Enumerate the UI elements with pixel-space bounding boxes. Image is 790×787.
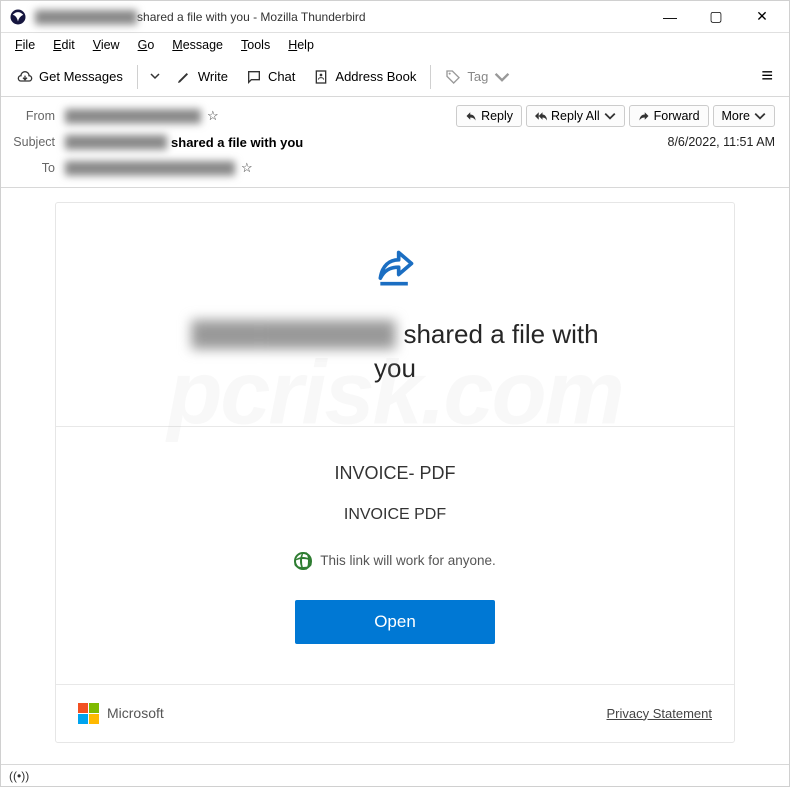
tag-icon — [445, 69, 461, 85]
reply-all-button[interactable]: Reply All — [526, 105, 625, 127]
app-icon — [9, 8, 27, 26]
link-info: This link will work for anyone. — [96, 552, 694, 570]
star-icon[interactable]: ☆ — [241, 160, 253, 176]
reply-all-icon — [535, 110, 547, 122]
minimize-button[interactable]: — — [647, 2, 693, 32]
separator — [430, 65, 431, 89]
to-label: To — [9, 161, 65, 175]
headline-sender-redacted: ████████████ — [191, 319, 395, 350]
reply-icon — [465, 110, 477, 122]
app-menu-button[interactable]: ≡ — [753, 65, 781, 88]
headline-text: shared a file with — [403, 318, 598, 352]
subject-prefix-redacted: ████████████ — [65, 135, 167, 149]
chevron-down-icon — [604, 110, 616, 122]
address-book-button[interactable]: Address Book — [305, 65, 424, 89]
menu-message[interactable]: Message — [164, 36, 231, 54]
subject-label: Subject — [9, 135, 65, 149]
open-button[interactable]: Open — [295, 600, 495, 644]
get-messages-button[interactable]: Get Messages — [9, 65, 131, 89]
separator — [137, 65, 138, 89]
from-value-redacted: ████████████████ — [65, 109, 201, 123]
to-value-redacted: ████████████████████ — [65, 161, 235, 175]
link-info-text: This link will work for anyone. — [320, 553, 496, 568]
menu-go[interactable]: Go — [130, 36, 163, 54]
microsoft-logo-icon — [78, 703, 99, 724]
title-suffix: shared a file with you - Mozilla Thunder… — [137, 10, 366, 24]
download-cloud-icon — [17, 69, 33, 85]
menu-file[interactable]: File — [7, 36, 43, 54]
reply-button[interactable]: Reply — [456, 105, 522, 127]
privacy-link[interactable]: Privacy Statement — [607, 706, 713, 721]
write-button[interactable]: Write — [168, 65, 236, 89]
menu-help[interactable]: Help — [280, 36, 322, 54]
share-headline: ████████████ shared a file with you — [96, 318, 694, 386]
chat-icon — [246, 69, 262, 85]
chevron-down-icon — [150, 71, 160, 81]
statusbar: ((•)) — [1, 764, 789, 786]
window-title: ████████████ shared a file with you - Mo… — [35, 10, 647, 24]
microsoft-label: Microsoft — [107, 705, 164, 721]
tag-button[interactable]: Tag — [437, 65, 518, 89]
titlebar: ████████████ shared a file with you - Mo… — [1, 1, 789, 33]
from-label: From — [9, 109, 65, 123]
toolbar: Get Messages Write Chat Address Book Tag… — [1, 57, 789, 97]
message-header: From ████████████████ ☆ Reply Reply All … — [1, 97, 789, 188]
close-button[interactable]: ✕ — [739, 2, 785, 32]
message-date: 8/6/2022, 11:51 AM — [668, 135, 776, 149]
file-title: INVOICE- PDF — [96, 463, 694, 484]
file-subtitle: INVOICE PDF — [96, 506, 694, 524]
menu-edit[interactable]: Edit — [45, 36, 83, 54]
title-sender-redacted: ████████████ — [35, 10, 137, 24]
pencil-icon — [176, 69, 192, 85]
menu-tools[interactable]: Tools — [233, 36, 278, 54]
share-card: ████████████ shared a file with you INVO… — [55, 202, 735, 743]
message-body: ████████████ shared a file with you INVO… — [1, 188, 789, 764]
menu-view[interactable]: View — [85, 36, 128, 54]
headline-text-2: you — [374, 352, 416, 386]
chat-button[interactable]: Chat — [238, 65, 303, 89]
star-icon[interactable]: ☆ — [207, 108, 219, 124]
chevron-down-icon — [494, 69, 510, 85]
globe-icon — [294, 552, 312, 570]
chevron-down-icon — [754, 110, 766, 122]
connection-icon: ((•)) — [9, 769, 29, 783]
more-button[interactable]: More — [713, 105, 775, 127]
get-messages-dropdown[interactable] — [144, 64, 166, 90]
menubar: File Edit View Go Message Tools Help — [1, 33, 789, 57]
address-book-icon — [313, 69, 329, 85]
share-arrow-icon — [373, 247, 417, 291]
forward-icon — [638, 110, 650, 122]
maximize-button[interactable]: ▢ — [693, 2, 739, 32]
forward-button[interactable]: Forward — [629, 105, 709, 127]
subject-suffix: shared a file with you — [171, 135, 303, 150]
